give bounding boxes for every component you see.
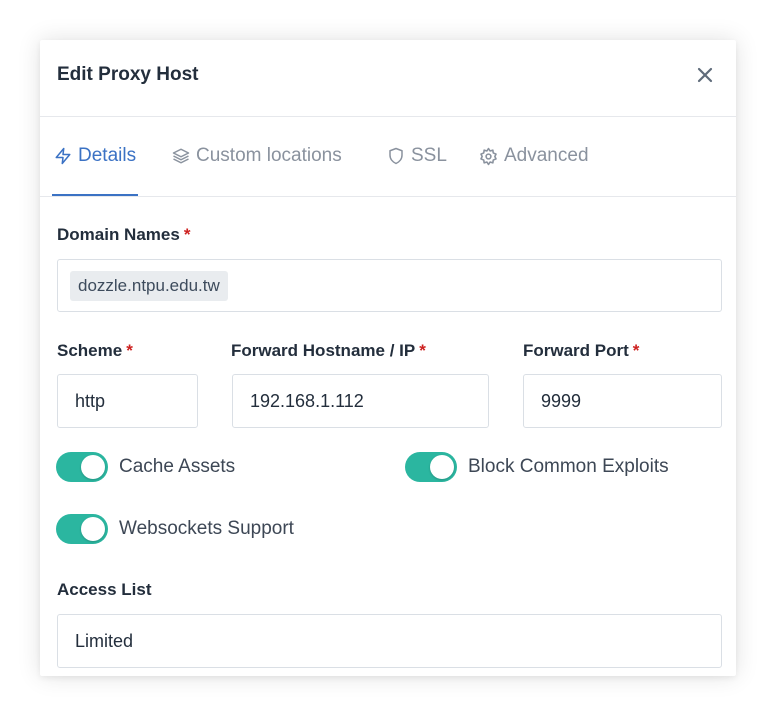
tab-custom-locations-label: Custom locations (196, 145, 342, 166)
forward-hostname-label: Forward Hostname / IP * (231, 341, 426, 361)
websockets-toggle[interactable]: Websockets Support (56, 514, 294, 544)
close-button[interactable] (692, 62, 718, 88)
access-list-value: Limited (75, 630, 134, 651)
lightning-icon (54, 147, 72, 165)
required-mark: * (126, 341, 133, 360)
forward-port-value: 9999 (541, 390, 582, 411)
gear-icon (479, 147, 498, 166)
domain-names-label: Domain Names * (57, 225, 190, 245)
cache-assets-label: Cache Assets (119, 456, 236, 477)
scheme-value: http (75, 390, 106, 411)
access-list-select[interactable]: Limited (57, 614, 722, 668)
edit-proxy-host-modal: Edit Proxy Host Details Custom locations… (40, 40, 736, 676)
scheme-label-text: Scheme (57, 341, 123, 360)
modal-header: Edit Proxy Host (40, 40, 736, 117)
cache-assets-toggle[interactable]: Cache Assets (56, 452, 235, 482)
tab-advanced[interactable]: Advanced (479, 117, 589, 195)
switch-knob (430, 455, 454, 479)
websockets-switch[interactable] (56, 514, 108, 544)
tab-advanced-label: Advanced (504, 145, 589, 166)
tab-bar: Details Custom locations SSL Advanced (40, 117, 736, 197)
tab-details[interactable]: Details (52, 117, 139, 196)
access-list-label: Access List (57, 580, 152, 599)
tab-ssl-label: SSL (411, 145, 447, 166)
domain-chip[interactable]: dozzle.ntpu.edu.tw (70, 270, 228, 301)
block-exploits-switch[interactable] (405, 452, 457, 482)
websockets-label: Websockets Support (119, 518, 294, 539)
shield-icon (387, 147, 405, 165)
forward-port-label-text: Forward Port (523, 341, 629, 360)
required-mark: * (632, 341, 640, 360)
switch-knob (81, 517, 105, 541)
tab-ssl[interactable]: SSL (387, 117, 447, 195)
close-icon (697, 67, 713, 83)
scheme-select[interactable]: http (57, 374, 198, 428)
tab-custom-locations[interactable]: Custom locations (172, 117, 342, 195)
required-mark: * (183, 225, 191, 244)
domain-names-label-text: Domain Names (57, 225, 180, 244)
forward-hostname-input[interactable]: 192.168.1.112 (232, 374, 489, 428)
forward-hostname-label-text: Forward Hostname / IP (231, 341, 416, 360)
forward-port-input[interactable]: 9999 (523, 374, 722, 428)
required-mark: * (419, 341, 426, 360)
layers-icon (172, 147, 190, 165)
scheme-label: Scheme * (57, 341, 133, 361)
forward-hostname-value: 192.168.1.112 (250, 390, 364, 411)
forward-port-label: Forward Port * (523, 341, 639, 361)
block-exploits-label: Block Common Exploits (468, 456, 669, 477)
cache-assets-switch[interactable] (56, 452, 108, 482)
tab-details-label: Details (78, 145, 137, 166)
domain-names-input[interactable]: dozzle.ntpu.edu.tw (57, 259, 722, 312)
modal-title: Edit Proxy Host (57, 64, 199, 85)
block-exploits-toggle[interactable]: Block Common Exploits (405, 452, 669, 482)
switch-knob (81, 455, 105, 479)
